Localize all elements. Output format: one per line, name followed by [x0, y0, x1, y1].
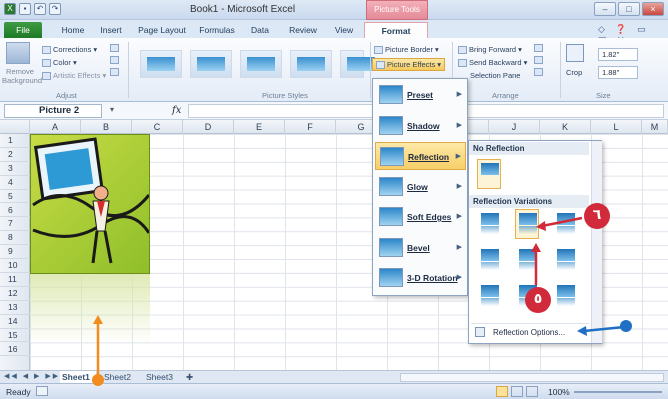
blue-callout-dot [620, 320, 632, 332]
callout-arrow-b-head [531, 243, 541, 252]
blue-arrow [583, 325, 625, 333]
step-badge: ٥ [525, 287, 551, 313]
step-badge: ٦ [584, 203, 610, 229]
callout-arrow-a [541, 216, 583, 228]
orange-arrow-head [93, 315, 103, 324]
callout-arrow-a-head [536, 221, 546, 231]
orange-callout-dot [92, 374, 104, 386]
callout-arrows [93, 216, 625, 375]
blue-arrow-head [577, 326, 587, 336]
